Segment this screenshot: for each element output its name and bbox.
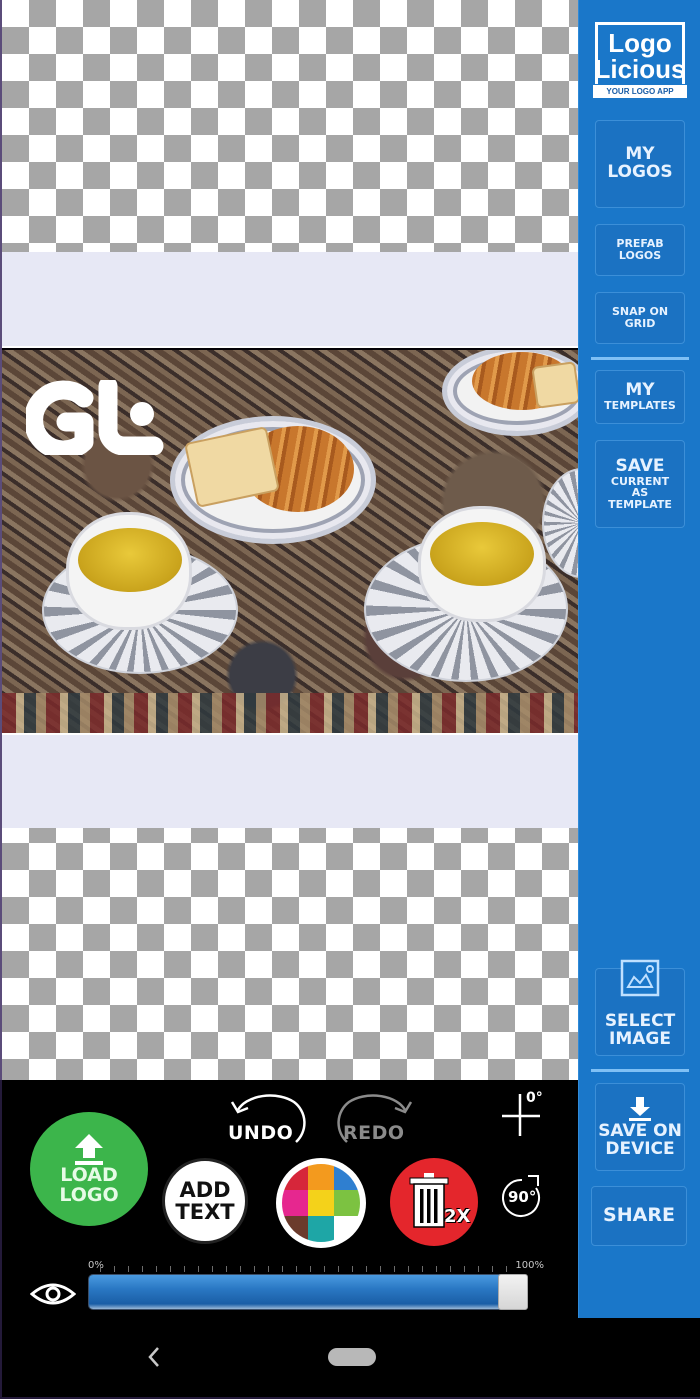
sidebar-divider [591, 357, 689, 360]
snap-on-grid-button[interactable]: SNAP ON GRID [595, 292, 685, 344]
save-template-label-3: AS [631, 486, 649, 500]
my-templates-button[interactable]: MY TEMPLATES [595, 370, 685, 424]
undo-label: UNDO [228, 1122, 294, 1144]
slider-max-label: 100% [515, 1260, 544, 1271]
share-label: SHARE [603, 1204, 675, 1227]
app-logo-line2: Licious [594, 54, 686, 84]
prefab-logos-button[interactable]: PREFAB LOGOS [595, 224, 685, 276]
delete-button[interactable]: 2X [390, 1158, 478, 1246]
opacity-slider[interactable]: 0% 100% [88, 1260, 546, 1310]
color-palette-icon [282, 1164, 360, 1242]
rug-border [2, 693, 578, 733]
color-swatch [308, 1190, 334, 1216]
color-swatch [334, 1216, 360, 1242]
slider-thumb[interactable] [498, 1274, 528, 1310]
slider-ticks [100, 1266, 510, 1272]
delete-multiplier: 2X [444, 1206, 471, 1227]
canvas-padding-top [2, 252, 578, 348]
save-on-device-label-2: DEVICE [605, 1139, 675, 1159]
my-templates-label-2: TEMPLATES [604, 399, 676, 413]
undo-button[interactable]: UNDO [222, 1088, 306, 1144]
bottom-toolbar: UNDO REDO 0° LOAD LOGO ADD TEXT 2X 90° 0… [0, 1080, 578, 1318]
snap-on-grid-label-2: GRID [624, 317, 656, 330]
slider-fill [89, 1275, 527, 1309]
color-swatch [308, 1164, 334, 1190]
add-text-button[interactable]: ADD TEXT [162, 1158, 248, 1244]
add-text-label-1: ADD [179, 1177, 231, 1202]
screen: Gt Logo Licious YOUR LOGO APP MY LOGOS P… [0, 0, 700, 1399]
select-image-label-2: IMAGE [609, 1029, 671, 1050]
rotation-angle-control[interactable]: 0° [498, 1088, 548, 1138]
download-icon [629, 1097, 651, 1122]
upload-icon [75, 1134, 103, 1166]
transparent-area-bottom [2, 828, 578, 1080]
my-templates-label-1: MY [625, 380, 655, 401]
saucer-right-edge [542, 468, 578, 578]
select-image-button[interactable]: SELECT IMAGE [595, 959, 685, 1056]
load-logo-label-1: LOAD [60, 1164, 118, 1187]
cake-top-right [531, 361, 578, 409]
tea-right [430, 522, 534, 586]
angle-value: 0° [526, 1090, 543, 1106]
system-navigation-bar [0, 1318, 700, 1399]
color-swatch [282, 1216, 308, 1242]
transparent-area-top [2, 0, 578, 252]
save-template-label-4: TEMPLATE [608, 497, 672, 511]
rotate-label: 90° [508, 1188, 537, 1206]
app-logo-tagline: YOUR LOGO APP [593, 85, 687, 98]
tea-left [78, 528, 182, 592]
back-icon[interactable] [142, 1342, 166, 1372]
color-swatch [308, 1216, 334, 1242]
color-swatch [334, 1190, 360, 1216]
gt-logo-overlay[interactable]: Gt [26, 380, 166, 455]
redo-label: REDO [343, 1122, 405, 1144]
prefab-logos-label-2: LOGOS [618, 249, 662, 262]
color-swatch [282, 1164, 308, 1190]
save-current-as-template-button[interactable]: SAVE CURRENT AS TEMPLATE [595, 440, 685, 528]
app-logo-line1: Logo [608, 28, 672, 58]
image-icon [620, 959, 660, 997]
sidebar-divider-bottom [591, 1069, 689, 1072]
save-on-device-button[interactable]: SAVE ON DEVICE [595, 1083, 685, 1171]
add-text-label-2: TEXT [175, 1200, 235, 1224]
load-logo-button[interactable]: LOAD LOGO [30, 1112, 148, 1226]
color-picker-button[interactable] [276, 1158, 366, 1248]
logo-canvas[interactable]: Gt [0, 0, 578, 1080]
sidebar: Logo Licious YOUR LOGO APP MY LOGOS PREF… [578, 0, 700, 1318]
share-button[interactable]: SHARE [591, 1186, 687, 1246]
slider-track [88, 1274, 528, 1310]
color-swatch [334, 1164, 360, 1190]
color-swatch [282, 1190, 308, 1216]
home-pill-button[interactable] [328, 1348, 376, 1366]
visibility-eye-icon[interactable] [30, 1282, 76, 1306]
save-template-label-1: SAVE [615, 455, 665, 476]
app-logo: Logo Licious YOUR LOGO APP [593, 22, 687, 98]
load-logo-label-2: LOGO [59, 1184, 119, 1206]
redo-button[interactable]: REDO [337, 1088, 421, 1144]
canvas-padding-bottom [2, 733, 578, 828]
rotate-90-button[interactable]: 90° [498, 1174, 546, 1222]
my-logos-label-2: LOGOS [607, 162, 673, 182]
my-logos-button[interactable]: MY LOGOS [595, 120, 685, 208]
